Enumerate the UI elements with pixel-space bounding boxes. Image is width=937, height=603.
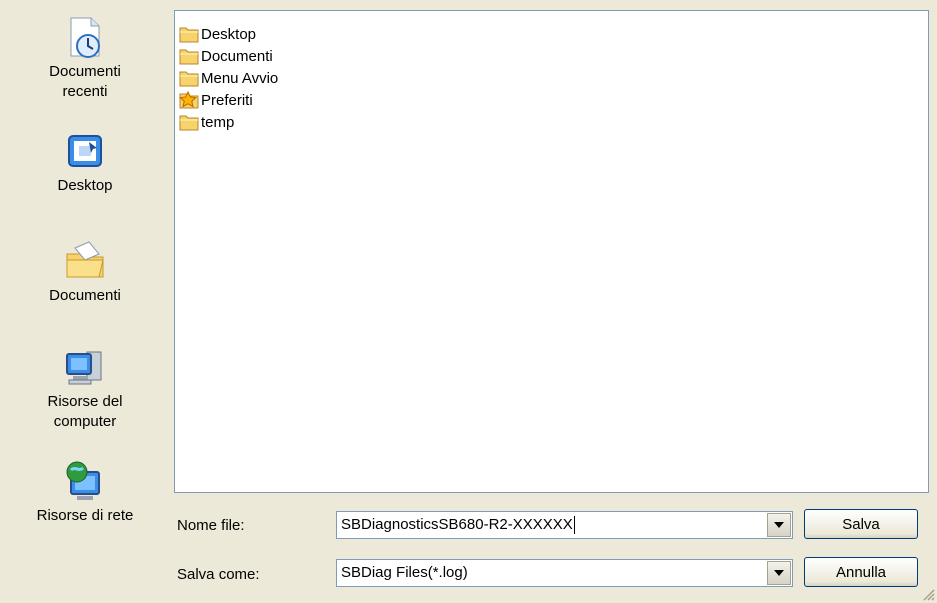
folder-icon xyxy=(179,71,199,87)
list-item[interactable]: Desktop xyxy=(179,23,256,45)
filetype-dropdown-button[interactable] xyxy=(767,561,791,585)
network-icon xyxy=(66,461,100,500)
cancel-button[interactable]: Annulla xyxy=(804,557,918,587)
star-folder-icon xyxy=(179,91,199,109)
filetype-select[interactable]: SBDiag Files(*.log) xyxy=(336,559,793,587)
filetype-value: SBDiag Files(*.log) xyxy=(341,564,468,581)
place-recent-documents[interactable]: Documenti recenti xyxy=(0,14,170,102)
place-label-line1: Risorse del xyxy=(47,393,123,410)
file-name: Menu Avvio xyxy=(201,69,279,87)
place-desktop[interactable]: Desktop xyxy=(0,128,170,196)
place-label-line1: Risorse di rete xyxy=(36,507,134,524)
list-item[interactable]: Preferiti xyxy=(179,89,253,111)
chevron-down-icon xyxy=(774,570,784,576)
file-name: Documenti xyxy=(201,47,273,65)
place-network[interactable]: Risorse di rete xyxy=(0,458,170,526)
file-list[interactable]: Desktop Documenti Menu Avvio Preferiti t… xyxy=(174,10,929,493)
place-my-documents[interactable]: Documenti xyxy=(0,238,170,306)
filename-combobox[interactable]: SBDiagnosticsSB680-R2-XXXXXX xyxy=(336,511,793,539)
recent-documents-icon xyxy=(70,17,100,58)
folder-icon xyxy=(179,49,199,65)
list-item[interactable]: Menu Avvio xyxy=(179,67,278,89)
text-caret xyxy=(573,516,575,535)
place-label-line2: computer xyxy=(53,413,117,430)
filetype-label: Salva come: xyxy=(177,566,260,583)
file-name: temp xyxy=(201,113,235,131)
my-documents-icon xyxy=(66,241,104,278)
place-label-line1: Documenti xyxy=(49,287,121,304)
file-name: Desktop xyxy=(201,25,257,43)
desktop-icon xyxy=(68,135,102,167)
resize-grip-icon[interactable] xyxy=(921,587,935,601)
my-computer-icon xyxy=(66,351,102,385)
place-my-computer[interactable]: Risorse del computer xyxy=(0,344,170,432)
file-name: Preferiti xyxy=(201,91,253,109)
filename-label: Nome file: xyxy=(177,517,245,534)
place-label-line1: Desktop xyxy=(57,177,113,194)
filename-dropdown-button[interactable] xyxy=(767,513,791,537)
place-label-line1: Documenti xyxy=(49,63,121,80)
folder-icon xyxy=(179,27,199,43)
chevron-down-icon xyxy=(774,522,784,528)
folder-icon xyxy=(179,115,199,131)
list-item[interactable]: temp xyxy=(179,111,234,133)
place-label-line2: recenti xyxy=(62,83,108,100)
places-bar: Documenti recenti Desktop Documenti Riso… xyxy=(0,0,170,603)
list-item[interactable]: Documenti xyxy=(179,45,273,67)
filename-input[interactable]: SBDiagnosticsSB680-R2-XXXXXX xyxy=(341,516,575,535)
save-button[interactable]: Salva xyxy=(804,509,918,539)
